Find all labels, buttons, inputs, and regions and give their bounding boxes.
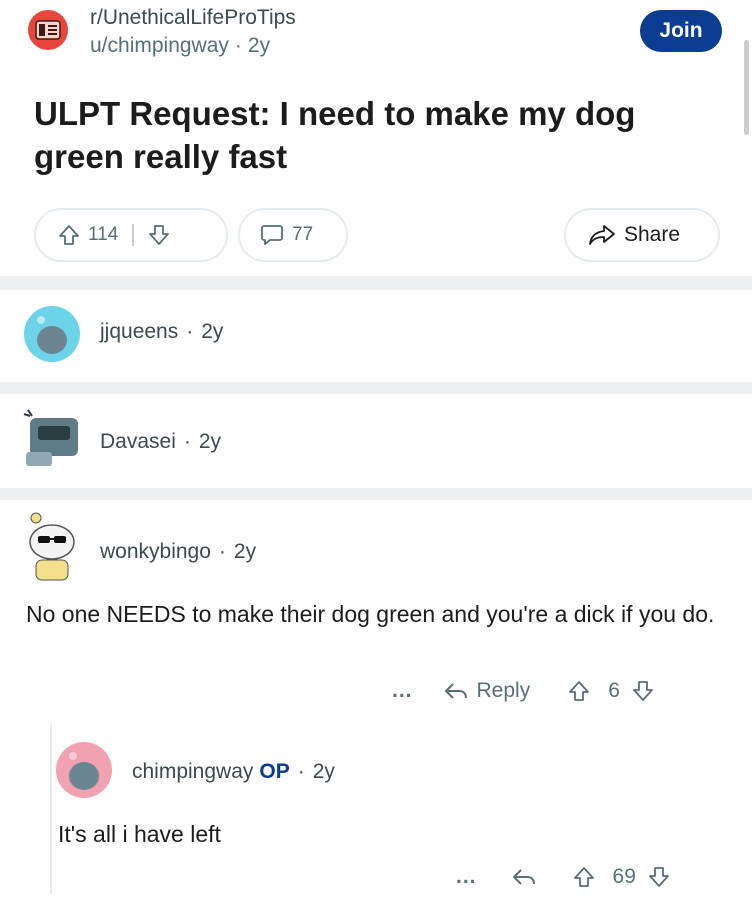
more-options-button[interactable]: ... [456,865,477,889]
comment-header: Davasei · 2y [100,430,221,454]
avatar[interactable] [18,404,88,470]
comment-actions: ... 69 [456,862,726,892]
upvote-icon[interactable] [58,224,80,246]
subreddit-icon[interactable] [28,10,68,50]
comment-body: No one NEEDS to make their dog green and… [26,601,715,627]
comment-age: 2y [233,540,257,563]
share-label: Share [624,223,681,246]
avatar[interactable] [24,306,80,362]
more-options-button[interactable]: ... [392,679,413,703]
upvote-icon[interactable] [568,680,590,702]
upvote-icon[interactable] [573,866,595,888]
meta-dot: · [186,320,194,343]
vote-pill: 114 [34,208,228,262]
post-vote-count: 114 [88,224,119,245]
comment-age: 2y [198,430,222,453]
comment-age: 2y [312,760,335,783]
post-age: 2y [247,34,271,57]
comment-vote-count: 6 [608,679,620,702]
post-title[interactable]: ULPT Request: I need to make my dog gree… [34,92,714,178]
comment-header: wonkybingo · 2y [100,540,256,564]
meta-dot: · [218,540,226,563]
comment-username[interactable]: Davasei [100,430,176,454]
comment-vote-count: 69 [612,865,636,888]
comment-header: jjqueens · 2y [100,320,223,344]
comment-username[interactable]: wonkybingo [100,540,211,564]
comment-count: 77 [292,224,314,245]
downvote-icon[interactable] [148,224,170,246]
reply-icon [443,680,469,702]
comments-button[interactable]: 77 [238,208,348,262]
downvote-icon[interactable] [632,680,654,702]
meta-dot: · [183,430,191,453]
section-divider [0,488,752,500]
meta-dot: · [297,760,305,783]
reply-label: Reply [476,679,531,702]
share-button[interactable]: Share [564,208,720,262]
comment-username[interactable]: chimpingway [132,760,253,784]
thread-line[interactable] [50,724,52,894]
join-button[interactable]: Join [640,10,722,52]
comment-icon [260,223,284,247]
avatar[interactable] [56,742,112,798]
comment-username[interactable]: jjqueens [100,320,178,344]
section-divider [0,382,752,394]
vote-divider [132,224,135,246]
comment-header: chimpingway OP · 2y [132,760,335,784]
post-meta: u/chimpingway · 2y [90,34,270,58]
scrollbar[interactable] [744,40,749,135]
post-author[interactable]: u/chimpingway [90,34,229,58]
section-divider [0,276,752,290]
share-icon [588,224,616,246]
avatar[interactable] [22,510,82,582]
comment-body: It's all i have left [58,821,221,847]
comment-actions: ... Reply 6 [392,676,722,706]
op-badge: OP [259,760,290,783]
reply-icon[interactable] [511,866,537,888]
subreddit-name[interactable]: r/UnethicalLifeProTips [90,6,296,30]
reply-button[interactable]: Reply [443,679,531,703]
downvote-icon[interactable] [648,866,670,888]
meta-dot: · [234,34,242,57]
comment-age: 2y [201,320,224,343]
